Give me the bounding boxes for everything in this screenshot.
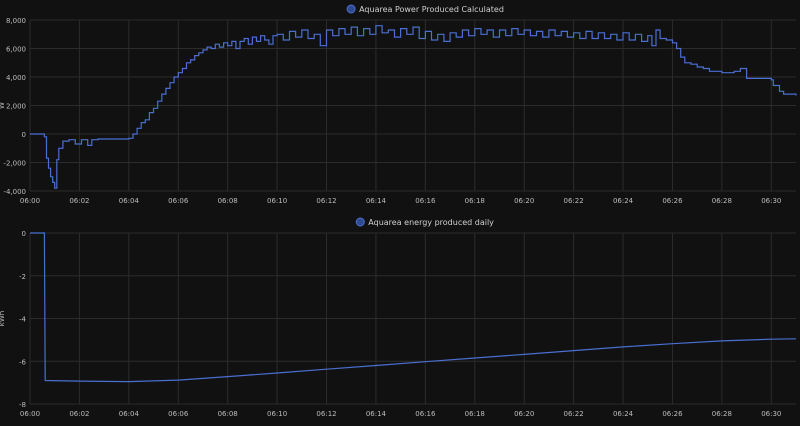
chart1-xtick-label: 06:10 — [267, 197, 287, 205]
chart1-ytick-label: 6,000 — [6, 46, 26, 54]
chart1-xtick-label: 06:30 — [761, 197, 781, 205]
chart1-legend-label[interactable]: Aquarea Power Produced Calculated — [359, 5, 504, 14]
chart2-legend-label[interactable]: Aquarea energy produced daily — [368, 218, 494, 227]
chart2-ytick-label: -6 — [19, 358, 27, 366]
chart1-series-line — [30, 25, 797, 189]
chart2-xtick-label: 06:04 — [119, 410, 140, 418]
chart1-xtick-label: 06:20 — [514, 197, 534, 205]
chart2-xtick-label: 06:22 — [564, 410, 584, 418]
chart1-xtick-label: 06:08 — [218, 197, 238, 205]
chart2-xtick-label: 06:18 — [465, 410, 485, 418]
chart1-xtick-label: 06:18 — [465, 197, 485, 205]
chart2-xtick-label: 06:16 — [415, 410, 436, 418]
chart2-series-line — [30, 232, 797, 383]
chart2-xtick-label: 06:14 — [366, 410, 387, 418]
chart1-ytick-label: -2,000 — [3, 160, 26, 168]
chart1-xtick-label: 06:14 — [366, 197, 387, 205]
chart2-xtick-label: 06:10 — [267, 410, 287, 418]
chart1-xtick-label: 06:28 — [712, 197, 732, 205]
chart1-ytick-label: 8,000 — [6, 17, 26, 25]
chart2-ytick-label: 0 — [22, 230, 26, 238]
chart2-legend-swatch[interactable] — [355, 217, 365, 227]
chart1-ytick-label: -4,000 — [3, 188, 26, 196]
chart1-xtick-label: 06:16 — [415, 197, 436, 205]
chart1-xtick-label: 06:00 — [20, 197, 40, 205]
chart1-xtick-label: 06:24 — [613, 197, 634, 205]
chart1-ytick-label: 4,000 — [6, 74, 26, 82]
chart1-xtick-label: 06:04 — [119, 197, 140, 205]
chart1-xtick-label: 06:02 — [69, 197, 89, 205]
chart2-xtick-label: 06:12 — [316, 410, 336, 418]
chart2-xtick-label: 06:06 — [168, 410, 189, 418]
chart2-xtick-label: 06:24 — [613, 410, 634, 418]
chart1-xtick-label: 06:06 — [168, 197, 189, 205]
chart2-xtick-label: 06:28 — [712, 410, 732, 418]
chart2-xtick-label: 06:08 — [218, 410, 238, 418]
chart1-xtick-label: 06:26 — [662, 197, 683, 205]
chart1-legend-swatch[interactable] — [346, 4, 356, 14]
chart2-xtick-label: 06:00 — [20, 410, 40, 418]
dashboard: -4,000 -2,000 0 2,000 4,000 6,000 8,000 06:00 06… — [0, 0, 800, 422]
chart2-ytick-label: -4 — [19, 316, 27, 324]
chart2-ylabel: kWh — [0, 311, 6, 326]
chart1-ylabel: W — [0, 102, 6, 109]
chart2-ytick-label: -8 — [19, 401, 26, 409]
chart2-xtick-label: 06:20 — [514, 410, 534, 418]
chart2-xtick-label: 06:26 — [662, 410, 683, 418]
chart1-xtick-label: 06:22 — [564, 197, 584, 205]
chart1-ytick-label: 2,000 — [6, 103, 26, 111]
chart2-xtick-label: 06:02 — [69, 410, 89, 418]
chart1-ytick-label: 0 — [22, 131, 26, 139]
chart2-xtick-label: 06:30 — [761, 410, 781, 418]
history-charts: -4,000 -2,000 0 2,000 4,000 6,000 8,000 06:00 06… — [0, 4, 797, 418]
chart2-ytick-label: -2 — [19, 273, 26, 281]
chart1-xtick-label: 06:12 — [316, 197, 336, 205]
